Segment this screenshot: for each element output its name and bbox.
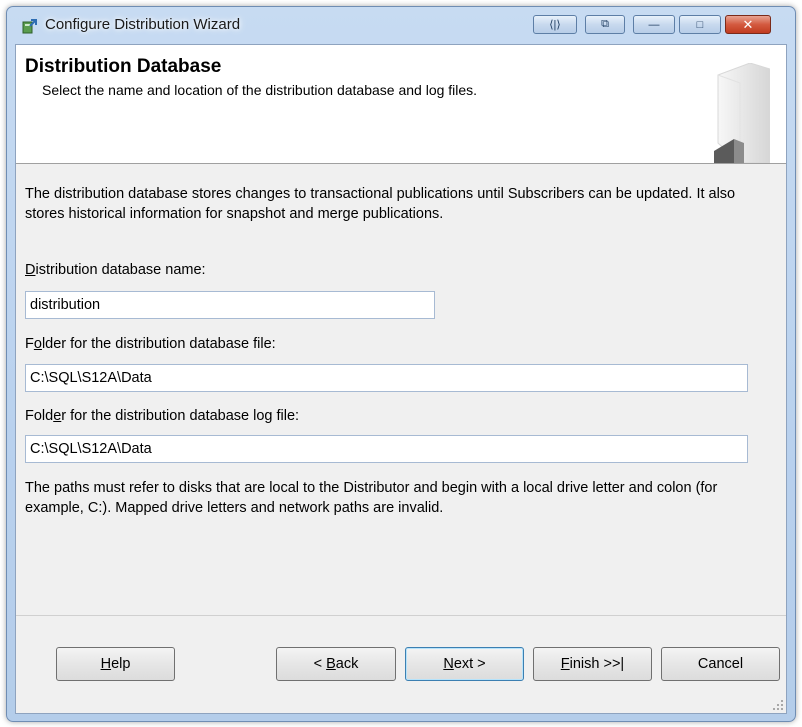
minimize-button[interactable]: — <box>633 15 675 34</box>
button-access-key: F <box>560 656 570 672</box>
log-folder-label: Folder for the distribution database log… <box>25 408 299 424</box>
help-button[interactable]: Help <box>56 647 175 681</box>
cancel-button[interactable]: Cancel <box>661 647 780 681</box>
label-access-key: D <box>25 262 36 278</box>
button-label: < <box>313 656 327 672</box>
log-folder-input[interactable] <box>25 435 748 463</box>
label-text: F <box>25 336 34 352</box>
title-bar[interactable]: Configure Distribution Wizard ⟨|⟩ ⧉ — □ … <box>7 7 795 43</box>
nav-toggle-button[interactable]: ⟨|⟩ <box>533 15 577 34</box>
server-illustration-icon <box>714 63 770 163</box>
nav-toggle-icon: ⟨|⟩ <box>549 19 561 31</box>
maximize-button[interactable]: □ <box>679 15 721 34</box>
wizard-window: Configure Distribution Wizard ⟨|⟩ ⧉ — □ … <box>6 6 796 722</box>
label-text: istribution database name: <box>35 262 206 278</box>
page-subtitle: Select the name and location of the dist… <box>42 82 478 98</box>
wizard-app-icon <box>22 19 37 34</box>
back-button[interactable]: < Back <box>276 647 396 681</box>
path-note: The paths must refer to disks that are l… <box>25 480 718 516</box>
page-title: Distribution Database <box>25 56 222 77</box>
maximize-icon: □ <box>696 18 704 31</box>
pin-icon: ⧉ <box>601 18 609 30</box>
button-label: elp <box>111 656 131 672</box>
resize-grip-icon[interactable] <box>772 699 784 711</box>
close-icon: ✕ <box>742 16 754 32</box>
button-access-key: N <box>443 656 454 672</box>
data-folder-input[interactable] <box>25 364 748 392</box>
wizard-header: Distribution Database Select the name an… <box>16 45 786 164</box>
next-button[interactable]: Next > <box>405 647 524 681</box>
label-access-key: o <box>33 336 42 352</box>
db-name-input[interactable] <box>25 291 435 319</box>
data-folder-label: Folder for the distribution database fil… <box>25 336 276 352</box>
finish-button[interactable]: Finish >>| <box>533 647 652 681</box>
button-label: ack <box>335 656 359 672</box>
label-text: Fold <box>25 408 54 424</box>
button-access-key: B <box>326 656 336 672</box>
label-text: lder for the distribution database file: <box>41 336 276 352</box>
db-name-label: Distribution database name: <box>25 262 206 278</box>
button-label: Cancel <box>697 656 744 672</box>
button-label: inish >>| <box>569 656 625 672</box>
wizard-client-area: Distribution Database Select the name an… <box>15 44 787 714</box>
pin-button[interactable]: ⧉ <box>585 15 625 34</box>
minimize-icon: — <box>648 18 660 31</box>
button-label: ext > <box>453 656 486 672</box>
button-access-key: H <box>100 656 112 672</box>
label-text: r for the distribution database log file… <box>61 408 300 424</box>
wizard-description: The distribution database stores changes… <box>25 186 736 222</box>
footer-divider <box>16 615 786 616</box>
window-title: Configure Distribution Wizard <box>45 16 241 33</box>
close-button[interactable]: ✕ <box>725 15 771 34</box>
